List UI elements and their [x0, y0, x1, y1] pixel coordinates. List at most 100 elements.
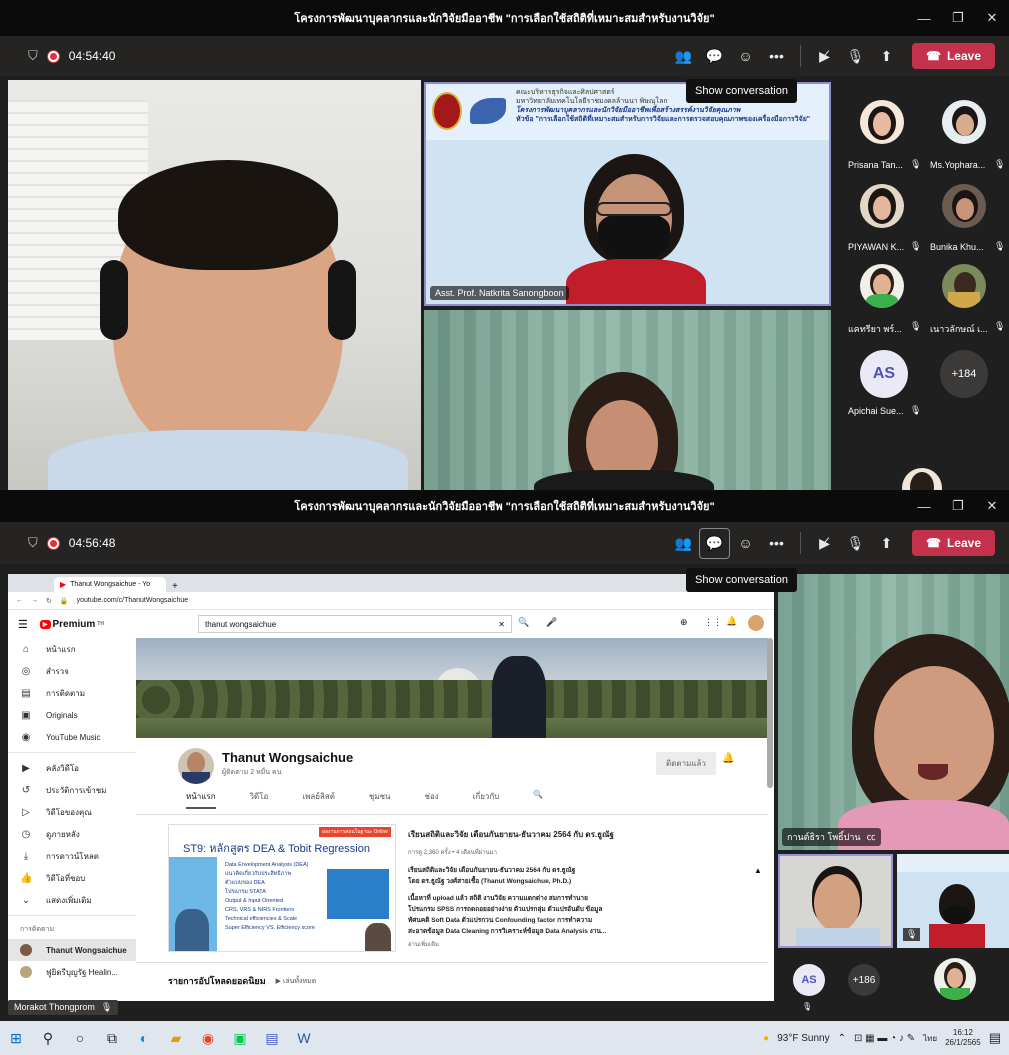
browser-tab[interactable]: ▶ Thanut Wongsaichue - Yo — [54, 577, 166, 592]
participant-avatar[interactable] — [942, 100, 986, 144]
tab-about[interactable]: เกี่ยวกับ — [473, 790, 500, 809]
maximize-button[interactable]: ❐ — [941, 498, 975, 514]
reactions-icon[interactable]: ☺ — [730, 528, 761, 559]
sidebar-item-liked[interactable]: 👍 วิดีโอที่ชอบ — [8, 867, 136, 889]
chat-icon[interactable]: 💬 — [699, 41, 730, 72]
subscribed-button[interactable]: ติดตามแล้ว — [656, 752, 716, 775]
reload-icon[interactable]: ↻ — [46, 597, 52, 605]
title-bar: โครงการพัฒนาบุคลากรและนักวิจัยมืออาชีพ "… — [0, 0, 1009, 36]
sidebar-item-originals[interactable]: ▣ Originals — [8, 704, 136, 726]
sidebar-item-downloads[interactable]: ⤓ การดาวน์โหลด — [8, 845, 136, 867]
account-avatar[interactable] — [748, 615, 764, 631]
menu-icon[interactable]: ☰ — [18, 618, 28, 631]
minimize-button[interactable]: — — [907, 11, 941, 26]
sidebar-item-music[interactable]: ◉ YouTube Music — [8, 726, 136, 748]
word-icon[interactable]: W — [288, 1021, 320, 1055]
maximize-button[interactable]: ❐ — [941, 10, 975, 26]
avatar-initials: AS — [801, 974, 817, 986]
task-view-icon[interactable]: ⧉ — [96, 1021, 128, 1055]
sidebar-item-show-more[interactable]: ⌄ แสดงเพิ่มเติม — [8, 889, 136, 911]
chrome-icon[interactable]: ◉ — [192, 1021, 224, 1055]
leave-button[interactable]: ☎ Leave — [912, 43, 995, 69]
sidebar-item-history[interactable]: ↺ ประวัติการเข้าชม — [8, 779, 136, 801]
participant-avatar[interactable] — [860, 264, 904, 308]
sidebar-item-explore[interactable]: ◎ สำรวจ — [8, 660, 136, 682]
sidebar-item-library[interactable]: ▶ คลังวิดีโอ — [8, 757, 136, 779]
clear-icon[interactable]: ✕ — [498, 620, 505, 629]
search-icon[interactable]: 🔍 — [533, 790, 543, 809]
participant-avatar[interactable] — [860, 100, 904, 144]
more-actions-icon[interactable]: ••• — [761, 41, 792, 72]
initials-avatar[interactable]: AS — [860, 350, 908, 398]
windows-start-icon[interactable]: ⊞ — [0, 1021, 32, 1055]
line-icon[interactable]: ▣ — [224, 1021, 256, 1055]
close-button[interactable]: ✕ — [975, 10, 1009, 26]
mic-off-icon[interactable]: 🎙 — [840, 528, 871, 559]
scrollbar[interactable] — [767, 638, 773, 788]
subscription-item[interactable]: Thanut Wongsaichue — [8, 939, 136, 961]
participant-avatar[interactable] — [942, 264, 986, 308]
chat-icon[interactable]: 💬 — [699, 527, 731, 559]
tab-community[interactable]: ชุมชน — [369, 790, 391, 809]
participants-icon[interactable]: 👥 — [668, 528, 699, 559]
participant-avatar[interactable] — [942, 184, 986, 228]
camera-off-icon[interactable]: ▶̸ — [809, 528, 840, 559]
shield-icon: ⛉ — [28, 48, 38, 63]
url[interactable]: youtube.com/c/ThanutWongsaichue — [77, 597, 189, 604]
sidebar-label: YouTube Music — [46, 732, 101, 742]
more-actions-icon[interactable]: ••• — [761, 528, 792, 559]
search-icon[interactable]: ⚲ — [32, 1021, 64, 1055]
participants-icon[interactable]: 👥 — [668, 41, 699, 72]
chevron-up-icon[interactable]: ⌃ — [838, 1033, 846, 1044]
file-explorer-icon[interactable]: ▰ — [160, 1021, 192, 1055]
video-title[interactable]: เรียนสถิติและวิจัย เดือนกันยายน-ธันวาคม … — [408, 828, 748, 841]
self-name-tag: Morakot Thongprom 🎙 — [8, 1000, 119, 1015]
bell-icon[interactable]: 🔔 — [722, 753, 734, 764]
teams-icon[interactable]: ▤ — [256, 1021, 288, 1055]
more-participants-button[interactable]: +184 — [940, 350, 988, 398]
sidebar-item-your-videos[interactable]: ▷ วิดีโอของคุณ — [8, 801, 136, 823]
clock[interactable]: 16:12 26/1/2565 — [945, 1028, 981, 1048]
sidebar-item-watch-later[interactable]: ◷ ดูภายหลัง — [8, 823, 136, 845]
search-input[interactable]: thanut wongsaichue ✕ — [198, 615, 512, 633]
notifications-icon[interactable]: 🔔 — [726, 616, 737, 627]
cortana-icon[interactable]: ○ — [64, 1021, 96, 1055]
back-icon[interactable]: ← — [16, 597, 23, 604]
voice-icon[interactable]: 🎤 — [546, 617, 557, 628]
sidebar-label: แสดงเพิ่มเติม — [46, 895, 92, 905]
youtube-logo[interactable]: ▶ Premium TH — [39, 619, 104, 630]
close-button[interactable]: ✕ — [975, 498, 1009, 514]
share-icon[interactable]: ⬆ — [871, 41, 902, 72]
channel-avatar[interactable] — [178, 748, 214, 784]
forward-icon[interactable]: → — [31, 597, 38, 604]
new-tab-icon[interactable]: + — [172, 581, 178, 592]
more-participants-button[interactable]: +186 — [848, 964, 880, 996]
leave-button[interactable]: ☎ Leave — [912, 530, 995, 556]
tray-icons[interactable]: ⊡ ▦ ▬ ◔ ♪ ✎ — [854, 1033, 915, 1044]
minimize-button[interactable]: — — [907, 499, 941, 514]
subscription-item[interactable]: ฟูยิตรีบุญรัฐ Healin... — [8, 961, 136, 983]
notifications-icon[interactable]: ▤ — [989, 1030, 1001, 1046]
tab-videos[interactable]: วิดีโอ — [250, 790, 269, 809]
read-more-link[interactable]: อ่านเพิ่มเติม — [408, 939, 748, 949]
search-icon[interactable]: 🔍 — [518, 617, 529, 628]
participant-avatar[interactable] — [934, 958, 976, 1000]
sidebar-item-subscriptions[interactable]: ▤ การติดตาม — [8, 682, 136, 704]
sidebar-item-home[interactable]: ⌂ หน้าแรก — [8, 638, 136, 660]
camera-off-icon[interactable]: ▶̸ — [809, 41, 840, 72]
apps-icon[interactable]: ⋮⋮ — [704, 617, 722, 628]
weather-text[interactable]: 93°F Sunny — [777, 1033, 829, 1044]
tab-home[interactable]: หน้าแรก — [186, 790, 216, 809]
play-all-link[interactable]: ▶ เล่นทั้งหมด — [276, 976, 317, 987]
tab-playlists[interactable]: เพลย์ลิสต์ — [302, 790, 335, 809]
share-icon[interactable]: ⬆ — [871, 528, 902, 559]
edge-icon[interactable]: ◐ — [128, 1021, 160, 1055]
create-icon[interactable]: ⊕ — [680, 617, 688, 628]
language-indicator[interactable]: ไทย — [923, 1032, 937, 1045]
tab-channels[interactable]: ช่อง — [425, 790, 439, 809]
reactions-icon[interactable]: ☺ — [730, 41, 761, 72]
mic-off-icon[interactable]: 🎙 — [840, 41, 871, 72]
featured-video-thumbnail[interactable]: ผลงานการสอนในฐานะ Online ST9: หลักสูตร D… — [168, 824, 396, 952]
initials-avatar[interactable]: AS — [793, 964, 825, 996]
participant-avatar[interactable] — [860, 184, 904, 228]
